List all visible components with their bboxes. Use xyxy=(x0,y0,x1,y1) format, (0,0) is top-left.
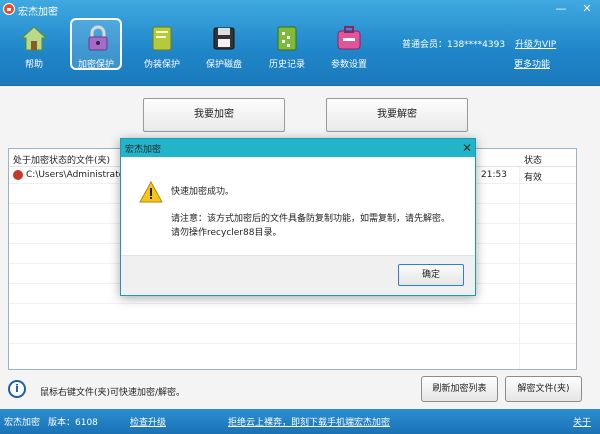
file-path: C:\Users\Administrator\ xyxy=(26,170,131,180)
dialog-note-line2: 请勿操作recycler88目录。 xyxy=(171,228,282,238)
disk-icon xyxy=(210,24,238,52)
file-time: 21:53 xyxy=(481,170,507,180)
window-title: 宏杰加密 xyxy=(18,7,58,18)
settings-icon xyxy=(335,24,363,52)
dialog-close-button[interactable]: ✕ xyxy=(459,140,475,156)
promo-link[interactable]: 拒绝云上裸奔，即刻下载手机端宏杰加密 xyxy=(228,415,390,428)
tool-protect-disk[interactable]: 保护磁盘 xyxy=(198,20,250,72)
tool-protect-disk-label: 保护磁盘 xyxy=(205,60,242,70)
app-logo-icon xyxy=(3,3,15,15)
tool-disguise-protect-label: 伪装保护 xyxy=(143,60,180,70)
row-divider xyxy=(9,343,576,344)
tool-history[interactable]: 历史记录 xyxy=(261,20,313,72)
tool-encrypt-protect[interactable]: 加密保护 xyxy=(70,18,122,70)
home-icon xyxy=(20,24,48,52)
row-divider xyxy=(9,323,576,324)
encrypted-lock-icon xyxy=(13,170,23,180)
refresh-list-button[interactable]: 刷新加密列表 xyxy=(421,376,498,402)
dialog-title-bar: 宏杰加密 ✕ xyxy=(121,139,475,157)
minimize-button[interactable]: — xyxy=(548,0,574,18)
file-status: 有效 xyxy=(524,173,543,183)
column-header-status[interactable]: 状态 xyxy=(524,153,542,166)
history-icon xyxy=(273,24,301,52)
tool-settings[interactable]: 参数设置 xyxy=(323,20,375,72)
tool-help[interactable]: 帮助 xyxy=(8,20,60,72)
dialog-title: 宏杰加密 xyxy=(125,145,162,155)
tool-help-label: 帮助 xyxy=(24,60,43,70)
title-bar: 宏杰加密 — ✕ xyxy=(0,0,600,18)
tool-encrypt-protect-label: 加密保护 xyxy=(77,60,114,70)
upgrade-vip-link[interactable]: 升级为VIP xyxy=(515,37,556,50)
dialog-message: 快速加密成功。 xyxy=(171,187,235,197)
close-button[interactable]: ✕ xyxy=(574,0,600,18)
warning-icon xyxy=(139,180,163,203)
encrypt-button[interactable]: 我要加密 xyxy=(143,98,285,132)
decrypt-button[interactable]: 我要解密 xyxy=(326,98,468,132)
status-app-name: 宏杰加密 xyxy=(4,418,41,428)
status-version: 版本：6108 xyxy=(48,418,98,428)
decrypt-file-button[interactable]: 解密文件(夹) xyxy=(505,376,582,402)
ok-button[interactable]: 确定 xyxy=(398,264,464,286)
info-icon: i xyxy=(8,380,26,398)
column-divider xyxy=(519,167,520,369)
status-bar: 宏杰加密 版本：6108 检查升级 拒绝云上裸奔，即刻下载手机端宏杰加密 关于 xyxy=(0,409,600,434)
book-icon xyxy=(148,24,176,52)
row-divider xyxy=(9,303,576,304)
member-status: 普通会员：138****4393 xyxy=(402,40,506,50)
more-features-link[interactable]: 更多功能 xyxy=(514,57,550,70)
hint-text: 鼠标右键文件(夹)可快速加密/解密。 xyxy=(40,388,186,398)
column-header-file[interactable]: 处于加密状态的文件(夹) xyxy=(13,153,110,166)
tool-disguise-protect[interactable]: 伪装保护 xyxy=(136,20,188,72)
dialog-footer: 确定 xyxy=(121,255,475,295)
lock-icon xyxy=(84,24,112,52)
dialog-note-line1: 请注意：该方式加密后的文件具备防复制功能，如需复制，请先解密。 xyxy=(171,214,451,224)
tool-history-label: 历史记录 xyxy=(268,60,305,70)
success-dialog: 宏杰加密 ✕ 快速加密成功。 请注意：该方式加密后的文件具备防复制功能，如需复制… xyxy=(120,138,476,296)
tool-settings-label: 参数设置 xyxy=(330,60,367,70)
about-link[interactable]: 关于 xyxy=(573,415,591,428)
app-header: 宏杰加密 — ✕ 帮助 加密保护 伪装保护 保护磁盘 历史记录 参数设置 普通会… xyxy=(0,0,600,86)
check-update-link[interactable]: 检查升级 xyxy=(130,415,166,428)
